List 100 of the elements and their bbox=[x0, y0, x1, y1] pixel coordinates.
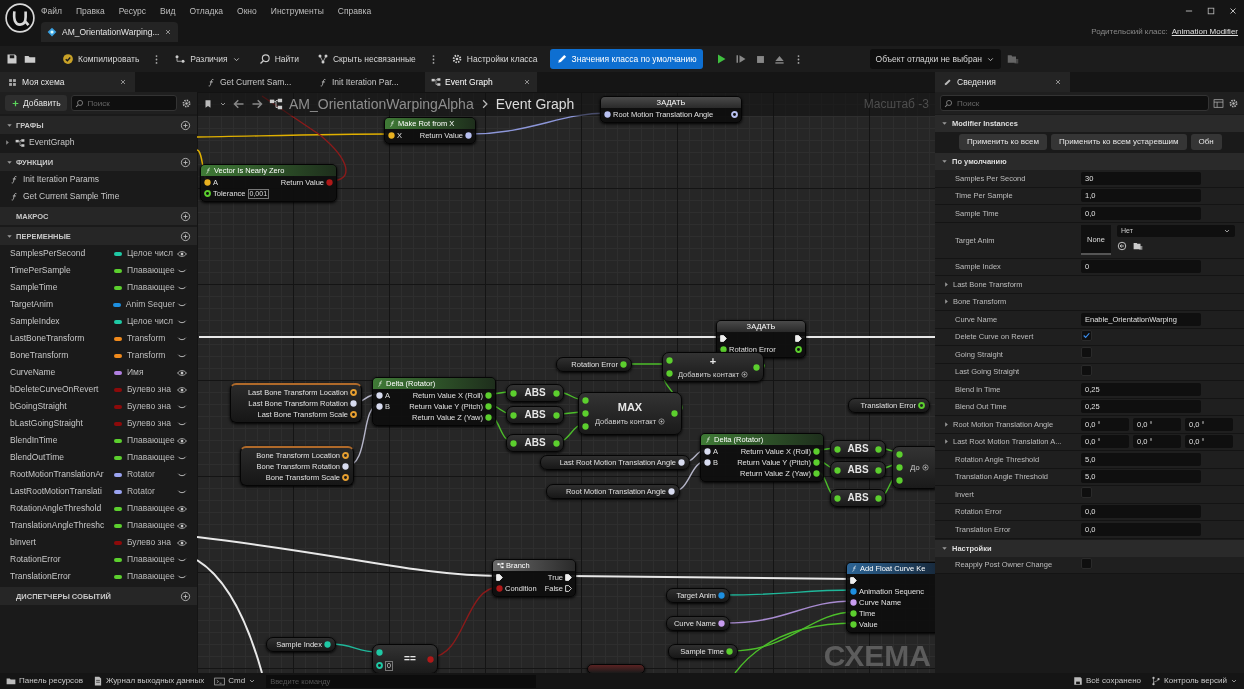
checkbox[interactable] bbox=[1081, 487, 1092, 499]
variable-item[interactable]: BlendInTime Плавающее bbox=[0, 432, 197, 449]
status-button[interactable]: Контроль версий bbox=[1151, 676, 1238, 686]
variable-item[interactable]: TimePerSample Плавающее bbox=[0, 262, 197, 279]
toolbar-button[interactable]: Скрыть несвязанные bbox=[310, 49, 422, 69]
menu-item[interactable]: Окно bbox=[237, 5, 257, 17]
menu-item[interactable]: Ресурс bbox=[118, 5, 147, 17]
menu-item[interactable]: Файл bbox=[41, 5, 62, 17]
graph-node[interactable]: ABS bbox=[506, 384, 564, 402]
pin-icon[interactable] bbox=[324, 641, 331, 648]
pin-icon[interactable] bbox=[376, 403, 383, 410]
graph-tab[interactable]: Init Iteration Par... bbox=[313, 72, 425, 92]
pin-icon[interactable] bbox=[350, 400, 357, 407]
graph-node[interactable]: ABS bbox=[830, 461, 886, 479]
add-icon[interactable] bbox=[180, 590, 191, 602]
exec-pin-icon[interactable] bbox=[720, 335, 727, 342]
status-button[interactable]: Журнал выходных данных bbox=[92, 676, 205, 686]
close-icon[interactable] bbox=[1228, 6, 1238, 16]
pin-icon[interactable] bbox=[875, 466, 882, 474]
checkbox[interactable] bbox=[1081, 330, 1092, 342]
checkbox[interactable] bbox=[1081, 364, 1092, 376]
graph-tab[interactable]: Event Graph bbox=[425, 72, 537, 92]
pin-icon[interactable] bbox=[666, 357, 673, 365]
settings-icon[interactable] bbox=[1228, 97, 1239, 109]
pin-icon[interactable] bbox=[582, 410, 589, 417]
maximize-icon[interactable] bbox=[1206, 6, 1216, 16]
exec-pin-icon[interactable] bbox=[850, 577, 857, 584]
exec-pin-icon[interactable] bbox=[496, 574, 503, 581]
search-input[interactable]: Поиск bbox=[87, 96, 173, 110]
pin-icon[interactable] bbox=[342, 463, 349, 470]
variable-item[interactable]: SampleTime Плавающее bbox=[0, 279, 197, 296]
pin-icon[interactable] bbox=[485, 414, 492, 421]
eye-icon[interactable] bbox=[177, 367, 187, 378]
add-icon[interactable] bbox=[180, 156, 191, 168]
pin-icon[interactable] bbox=[671, 410, 678, 417]
stop-icon[interactable] bbox=[754, 53, 766, 65]
pin-icon[interactable] bbox=[553, 389, 560, 397]
graph-node[interactable]: ABS bbox=[830, 440, 886, 458]
pin-icon[interactable] bbox=[553, 411, 560, 419]
menu-item[interactable]: Вид bbox=[160, 5, 176, 17]
graph-tab[interactable]: Get Current Sam... bbox=[201, 72, 313, 92]
variable-item[interactable]: LastBoneTransform Transform bbox=[0, 330, 197, 347]
pin-icon[interactable] bbox=[510, 389, 517, 397]
pin-icon[interactable] bbox=[726, 648, 733, 655]
folder-icon[interactable] bbox=[1133, 241, 1143, 251]
debug-object-dropdown[interactable]: Объект отладки не выбран bbox=[869, 49, 1002, 69]
pin-icon[interactable] bbox=[731, 111, 738, 118]
checkbox[interactable] bbox=[1081, 347, 1092, 359]
table-icon[interactable] bbox=[1213, 97, 1224, 109]
variable-item[interactable]: TranslationError Плавающее bbox=[0, 568, 197, 585]
toolbar-button[interactable]: Различия bbox=[168, 49, 247, 69]
pin-icon[interactable] bbox=[376, 392, 383, 399]
pin-icon[interactable] bbox=[753, 363, 760, 371]
pin-icon[interactable] bbox=[918, 402, 925, 409]
forward-arrow-icon[interactable] bbox=[251, 98, 263, 110]
save-icon[interactable] bbox=[6, 53, 18, 65]
caret-icon[interactable] bbox=[219, 100, 227, 108]
expand-triangle-icon[interactable] bbox=[943, 420, 950, 428]
close-icon[interactable] bbox=[119, 78, 127, 86]
variable-item[interactable]: SampleIndex Целое числ bbox=[0, 313, 197, 330]
folder-icon[interactable] bbox=[24, 53, 36, 65]
checkbox[interactable] bbox=[1081, 557, 1092, 569]
pin-icon[interactable] bbox=[620, 361, 627, 368]
expand-triangle-icon[interactable] bbox=[4, 139, 11, 146]
pin-icon[interactable] bbox=[813, 459, 820, 466]
search-field[interactable]: Поиск bbox=[940, 95, 1209, 111]
pin-icon[interactable] bbox=[896, 451, 903, 458]
pin-icon[interactable] bbox=[718, 620, 725, 627]
toolbar-button[interactable]: Найти bbox=[252, 49, 305, 69]
pin-icon[interactable] bbox=[813, 448, 820, 455]
variable-item[interactable]: bDeleteCurveOnRevert Булево зна bbox=[0, 381, 197, 398]
variable-item[interactable]: SamplesPerSecond Целое числ bbox=[0, 245, 197, 262]
pin-icon[interactable] bbox=[350, 389, 357, 396]
pin-icon[interactable] bbox=[376, 662, 383, 669]
variable-item[interactable]: RotationError Плавающее bbox=[0, 551, 197, 568]
variable-item[interactable]: bGoingStraight Булево зна bbox=[0, 398, 197, 415]
pin-icon[interactable] bbox=[582, 397, 589, 404]
document-tab[interactable]: AM_OrientationWarping... bbox=[41, 22, 179, 42]
reset-arrow-icon[interactable] bbox=[1117, 241, 1127, 251]
pin-icon[interactable] bbox=[350, 411, 357, 418]
panel-tab[interactable]: Моя схема bbox=[0, 72, 135, 92]
expand-triangle-icon[interactable] bbox=[943, 280, 950, 288]
pin-icon[interactable] bbox=[850, 621, 857, 628]
step-icon[interactable] bbox=[734, 53, 747, 65]
menu-item[interactable]: Справка bbox=[337, 5, 372, 17]
eye-icon[interactable] bbox=[177, 248, 187, 259]
variable-item[interactable]: bLastGoingStraight Булево зна bbox=[0, 415, 197, 432]
pin-icon[interactable] bbox=[896, 477, 903, 484]
expand-triangle-icon[interactable] bbox=[943, 298, 950, 306]
apply-button[interactable]: Применить ко всем устаревшим bbox=[1050, 134, 1187, 150]
breadcrumb-item[interactable]: Event Graph bbox=[495, 95, 575, 113]
add-icon[interactable] bbox=[180, 119, 191, 131]
pin-icon[interactable] bbox=[510, 439, 517, 447]
menu-item[interactable]: Инструменты bbox=[270, 5, 324, 17]
pin-icon[interactable] bbox=[485, 403, 492, 410]
variable-item[interactable]: bInvert Булево зна bbox=[0, 534, 197, 551]
breadcrumb-item[interactable]: AM_OrientationWarpingAlpha bbox=[289, 95, 474, 113]
expand-triangle-icon[interactable] bbox=[943, 438, 950, 446]
function-item[interactable]: Get Current Sample Time bbox=[0, 188, 197, 205]
pin-icon[interactable] bbox=[376, 649, 383, 656]
